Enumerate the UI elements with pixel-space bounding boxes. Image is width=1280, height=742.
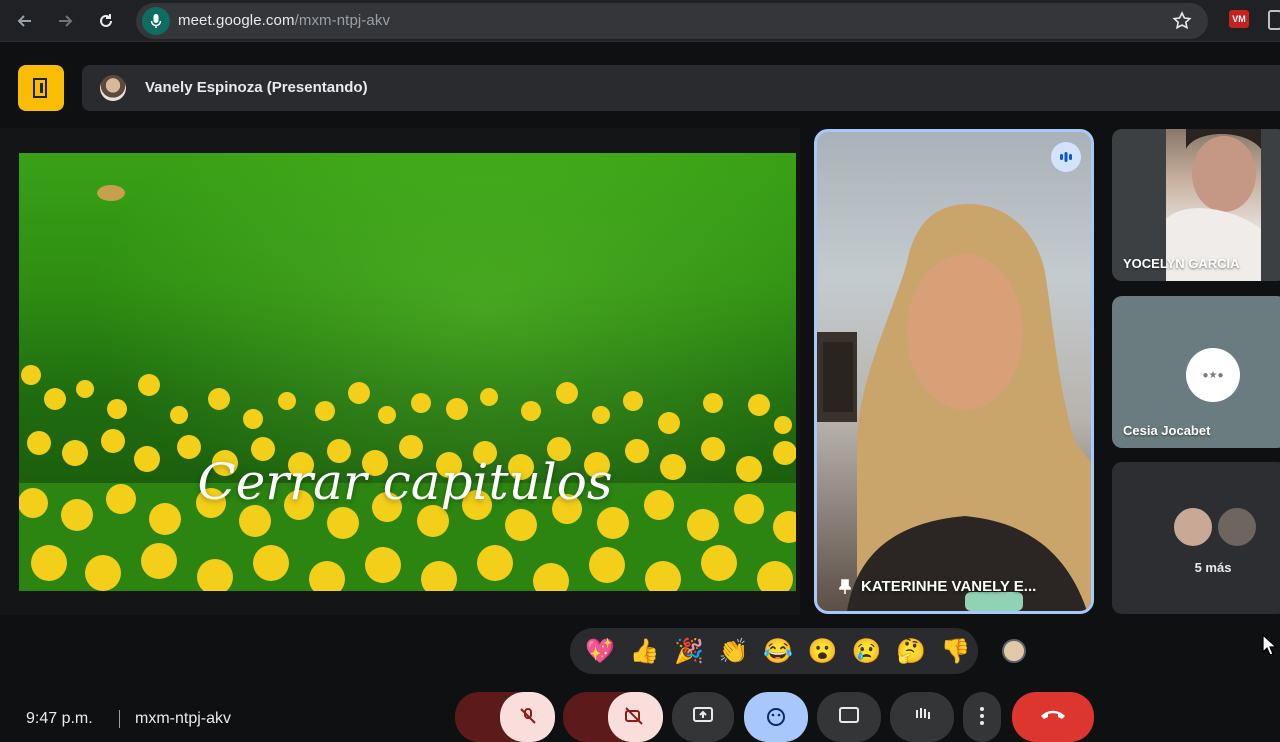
reaction-thinking[interactable]: 🤔 [889, 631, 933, 671]
reload-icon[interactable] [94, 9, 118, 33]
avatar [100, 75, 126, 101]
camera-off-button[interactable] [608, 692, 663, 742]
emoji-icon [767, 708, 785, 726]
url-text: meet.google.com/mxm-ntpj-akv [178, 12, 391, 29]
flower-field-image [19, 185, 796, 591]
participant-tile[interactable]: ●★● Cesia Jocabet [1112, 296, 1280, 448]
reaction-sad[interactable]: 😢 [845, 631, 889, 671]
raise-hand-button[interactable] [890, 692, 954, 742]
mic-off-button[interactable] [500, 692, 555, 742]
divider [119, 710, 120, 728]
pinned-participant-tile[interactable]: KATERINHE VANELY E... [814, 129, 1094, 614]
address-bar[interactable]: meet.google.com/mxm-ntpj-akv [136, 3, 1208, 39]
avatar [1172, 506, 1214, 548]
hang-up-icon [1041, 710, 1065, 719]
slide-title: Cerrar capitulos [197, 453, 613, 511]
pin-icon [839, 578, 851, 594]
meeting-code: mxm-ntpj-akv [135, 710, 232, 727]
browser-toolbar: meet.google.com/mxm-ntpj-akv VM [0, 0, 1280, 42]
participant-name-label: KATERINHE VANELY E... [839, 578, 1036, 595]
skin-tone-picker[interactable] [1002, 639, 1026, 663]
more-participants-tile[interactable]: 5 más [1112, 462, 1280, 614]
clock: 9:47 p.m. [26, 710, 93, 727]
camera-control-group [563, 692, 663, 742]
reaction-thumbs-up[interactable]: 👍 [622, 631, 666, 671]
more-participants-count: 5 más [1194, 560, 1232, 575]
hand-icon [916, 708, 930, 719]
leave-call-button[interactable] [1012, 692, 1094, 742]
door-icon [33, 78, 47, 98]
reaction-clap[interactable]: 👏 [711, 631, 755, 671]
more-options-button[interactable] [963, 692, 1001, 742]
camera-off-icon [625, 707, 643, 725]
present-screen-button[interactable] [672, 692, 734, 742]
reaction-surprised[interactable]: 😮 [800, 631, 844, 671]
chevron-up-icon[interactable] [455, 692, 501, 742]
meeting-details-button[interactable] [18, 65, 64, 111]
presentation-slide[interactable]: Cerrar capitulos [19, 153, 796, 591]
side-panel-icon[interactable] [1268, 10, 1280, 30]
avatar [1216, 506, 1258, 548]
participant-tile[interactable]: YOCELYN GARCIA [1112, 129, 1280, 281]
reaction-heart[interactable]: 💖 [578, 631, 622, 671]
speaking-indicator-icon [1051, 142, 1081, 172]
mouse-cursor-icon [1262, 633, 1278, 661]
participant-name-label: YOCELYN GARCIA [1123, 256, 1240, 271]
star-icon[interactable] [1172, 11, 1192, 36]
reaction-party[interactable]: 🎉 [667, 631, 711, 671]
participant-name-label: Cesia Jocabet [1123, 423, 1211, 438]
reaction-laugh[interactable]: 😂 [756, 631, 800, 671]
more-vert-icon [980, 707, 984, 725]
captions-icon [839, 707, 859, 723]
presenter-bar: Vanely Espinoza (Presentando) [82, 65, 1280, 111]
present-icon [693, 707, 713, 722]
reactions-bar: 💖 👍 🎉 👏 😂 😮 😢 🤔 👎 [570, 628, 978, 674]
participant-video [817, 204, 1091, 611]
mic-off-icon [520, 708, 536, 724]
captions-button[interactable] [817, 692, 881, 742]
back-icon[interactable] [13, 9, 37, 33]
mic-icon[interactable] [142, 7, 170, 35]
presenter-name: Vanely Espinoza (Presentando) [145, 79, 368, 96]
forward-icon[interactable] [53, 9, 77, 33]
reactions-button[interactable] [744, 692, 808, 742]
reaction-thumbs-down[interactable]: 👎 [934, 631, 978, 671]
extension-icon[interactable]: VM [1229, 10, 1249, 28]
avatar: ●★● [1186, 348, 1240, 402]
mic-control-group [455, 692, 555, 742]
